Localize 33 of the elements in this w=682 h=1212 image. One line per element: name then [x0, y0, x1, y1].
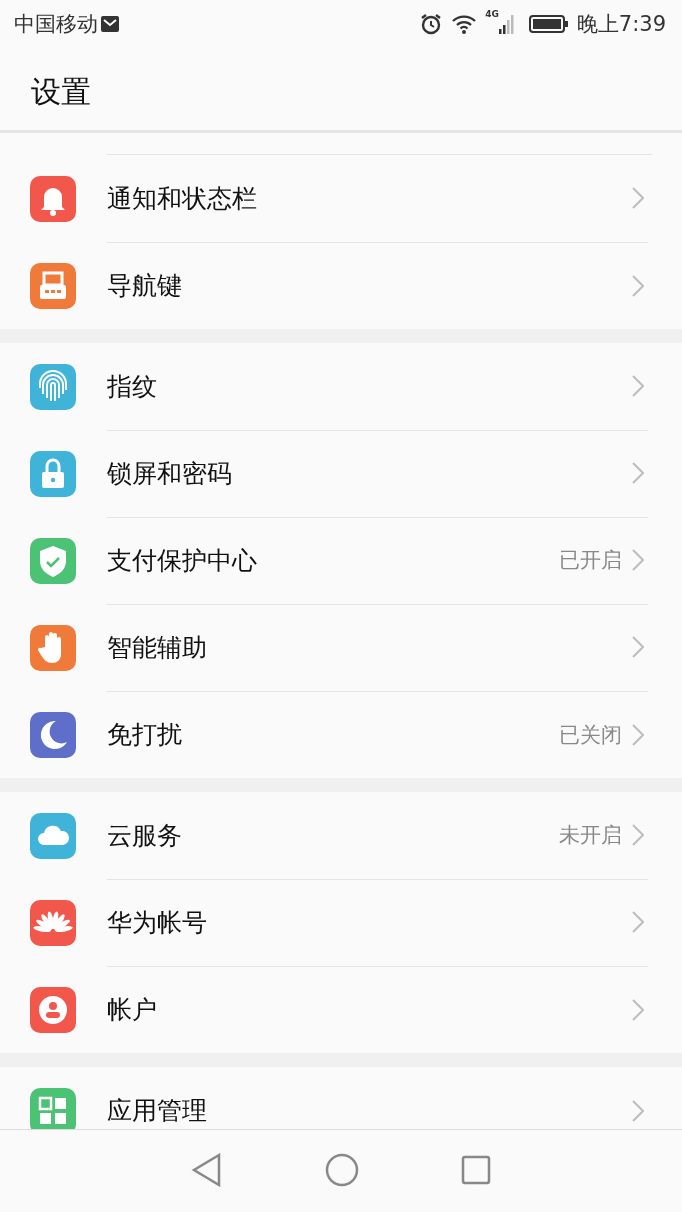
chevron-icon — [632, 549, 644, 571]
chevron-icon — [632, 636, 644, 658]
chevron-icon — [632, 462, 644, 484]
battery-icon — [528, 14, 569, 34]
chevron-icon — [632, 274, 644, 297]
signal-icon — [498, 13, 515, 35]
clock-time: 晚上7:39 — [576, 11, 666, 38]
network-label: 4G — [485, 10, 499, 19]
status-value: 已开启 — [559, 547, 622, 574]
item-label: 应用管理 — [107, 1095, 208, 1127]
chevron-icon — [632, 1099, 644, 1122]
status-value: 未开启 — [559, 822, 622, 849]
carrier-name: 中国移动 — [14, 11, 98, 38]
chevron-icon — [632, 723, 644, 746]
item-label: 帐户 — [107, 994, 158, 1026]
chevron-icon — [632, 375, 644, 397]
item-label: 导航键 — [107, 270, 183, 302]
item-label: 免打扰 — [107, 719, 183, 751]
chevron-icon — [632, 911, 644, 933]
item-label: 指纹 — [107, 370, 158, 403]
chevron-icon — [632, 998, 644, 1021]
wifi-icon — [451, 13, 478, 35]
item-label: 支付保护中心 — [107, 544, 258, 577]
page-title: 设置 — [30, 73, 92, 111]
chevron-icon — [632, 187, 644, 209]
item-label: 智能辅助 — [107, 631, 208, 664]
notification-icon — [100, 15, 120, 33]
item-label: 华为帐号 — [107, 906, 208, 939]
status-value: 已关闭 — [559, 721, 622, 749]
item-label: 通知和状态栏 — [107, 182, 258, 215]
chevron-icon — [632, 824, 644, 846]
item-label: 云服务 — [107, 819, 183, 852]
item-label: 锁屏和密码 — [107, 457, 233, 490]
